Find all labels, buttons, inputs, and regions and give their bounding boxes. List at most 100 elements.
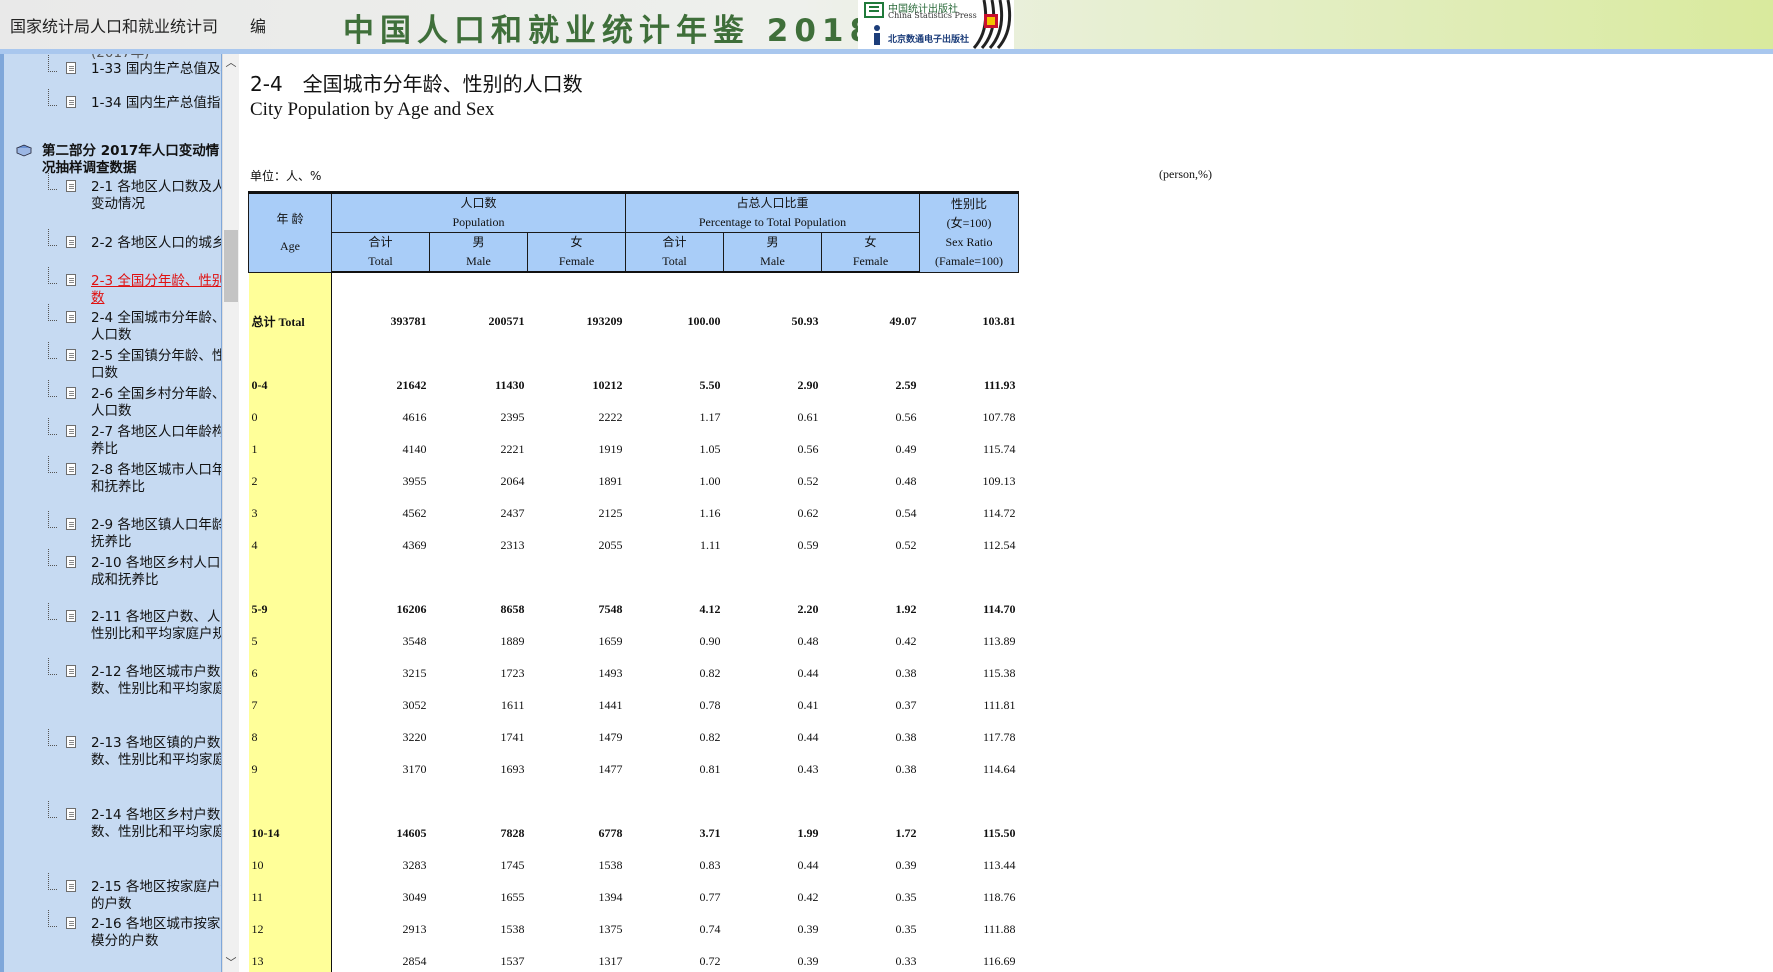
table-title-en: City Population by Age and Sex (250, 99, 495, 120)
header-sex-ratio: 性别比 (女=100) Sex Ratio (Famale=100) (919, 191, 1019, 273)
table-row: 7 3052 1611 1441 0.78 0.41 0.37 111.81 (248, 689, 1019, 721)
value-cell: 1375 (598, 921, 623, 936)
age-cell: 8 (248, 721, 332, 753)
value-cell: 0.52 (797, 473, 819, 488)
header-age-cn: 年 龄 (276, 211, 304, 226)
sidebar-item-label: 2-13 各地区镇的户数、人口数、性别比和平均家庭户规模 (91, 735, 222, 768)
header-sex-ratio-cn: 性别比 (950, 196, 987, 211)
yearbook-title: 中国人口和就业统计年鉴 2018 (343, 13, 878, 49)
value-cell: 3.71 (699, 825, 721, 840)
value-cell: 2.59 (895, 377, 917, 392)
document-icon (66, 880, 76, 892)
tree-connector (48, 910, 57, 927)
value-cell: 16206 (396, 601, 427, 616)
header-en: Male (466, 254, 491, 268)
age-cell: 2 (248, 465, 332, 497)
value-cell: 0.38 (895, 761, 917, 776)
toc-sidebar: (2017年) 1-33 国内生产总值及构成 1-34 国内生产总值指数 第二部… (0, 54, 222, 972)
stripes-logo-icon (972, 0, 1012, 49)
sidebar-scrollbar[interactable]: ︿ ﹀ (222, 54, 239, 972)
value-cell: 2125 (598, 505, 623, 520)
value-cell: 1493 (598, 665, 623, 680)
age-cell: 7 (248, 689, 332, 721)
value-cell: 10212 (592, 377, 623, 392)
value-cell: 1537 (500, 953, 525, 968)
tree-connector (48, 801, 57, 818)
value-cell: 7548 (598, 601, 623, 616)
header-cn: 合计 (368, 235, 393, 249)
value-cell: 14605 (396, 825, 427, 840)
header-sex-ratio-cn2: (女=100) (946, 215, 992, 230)
value-cell: 0.37 (895, 697, 917, 712)
document-icon (66, 463, 76, 475)
value-cell: 114.72 (982, 505, 1016, 520)
value-cell: 6778 (598, 825, 623, 840)
header-percentage: 占总人口比重 Percentage to Total Population (625, 191, 920, 233)
value-cell: 118.76 (982, 889, 1016, 904)
value-cell: 0.43 (797, 761, 819, 776)
value-cell: 0.48 (895, 473, 917, 488)
table-spacer-row (248, 337, 1019, 369)
value-cell: 117.78 (982, 729, 1016, 744)
table-row: 10 3283 1745 1538 0.83 0.44 0.39 113.44 (248, 849, 1019, 881)
scroll-down-button[interactable]: ﹀ (223, 954, 239, 972)
value-cell: 109.13 (982, 473, 1016, 488)
tree-connector (48, 342, 57, 359)
table-row: 11 3049 1655 1394 0.77 0.42 0.35 118.76 (248, 881, 1019, 913)
org-name: 国家统计局人口和就业统计司 (10, 17, 219, 36)
sidebar-item-label: 2-5 全国镇分年龄、性别的人口数 (91, 348, 221, 381)
sidebar-item-label: 1-33 国内生产总值及构成 (91, 61, 221, 77)
unit-label-en: (person,%) (1159, 167, 1212, 181)
header-sex-ratio-en: Sex Ratio (945, 234, 993, 249)
value-cell: 2055 (598, 537, 623, 552)
value-cell: 1441 (598, 697, 623, 712)
value-cell: 0.56 (895, 409, 917, 424)
value-cell: 1.17 (699, 409, 721, 424)
sidebar-item-label: 2-2 各地区人口的城乡构成 (91, 235, 221, 251)
scroll-up-button[interactable]: ︿ (223, 54, 239, 72)
value-cell: 107.78 (982, 409, 1016, 424)
document-icon (66, 180, 76, 192)
unit-label-cn: 单位：人、% (250, 169, 322, 183)
age-cell: 11 (248, 881, 332, 913)
tree-connector (48, 304, 57, 321)
value-cell: 3170 (402, 761, 427, 776)
value-cell: 0.48 (797, 633, 819, 648)
sidebar-item-label: 2-12 各地区城市户数、人口数、性别比和平均家庭户规模 (91, 664, 222, 697)
scroll-thumb[interactable] (224, 230, 238, 302)
value-cell: 5.50 (699, 377, 721, 392)
publisher-logo: 中国统计出版社 China Statistics Press 北京数通电子出版社 (858, 0, 1014, 49)
header-percentage-cn: 占总人口比重 (736, 196, 809, 210)
header-cn: 女 (864, 235, 877, 249)
tree-connector (48, 267, 57, 284)
age-cell: 0-4 (248, 369, 332, 401)
value-cell: 1538 (500, 921, 525, 936)
sidebar-item-label: 2-3 全国分年龄、性别的人口数 (91, 273, 221, 306)
value-cell: 103.81 (982, 313, 1016, 328)
header-cn: 男 (472, 235, 485, 249)
value-cell: 115.38 (982, 665, 1016, 680)
age-cell: 4 (248, 529, 332, 561)
header-age: 年 龄 Age (248, 191, 332, 273)
value-cell: 4140 (402, 441, 427, 456)
value-cell: 0.62 (797, 505, 819, 520)
table-spacer-row (248, 561, 1019, 593)
info-icon (874, 25, 880, 45)
document-icon (66, 349, 76, 361)
age-cell: 9 (248, 753, 332, 785)
header-cn: 女 (570, 235, 583, 249)
header-population-cn: 人口数 (460, 196, 497, 210)
header-pop-male: 男 Male (429, 232, 528, 273)
value-cell: 0.35 (895, 921, 917, 936)
value-cell: 0.54 (895, 505, 917, 520)
value-cell: 115.74 (982, 441, 1016, 456)
value-cell: 0.56 (797, 441, 819, 456)
value-cell: 0.39 (797, 953, 819, 968)
value-cell: 49.07 (889, 313, 917, 328)
value-cell: 0.74 (699, 921, 721, 936)
population-table: 年 龄 Age 人口数 Population 占总人口比重 Percentage… (248, 191, 1019, 972)
value-cell: 115.50 (983, 825, 1016, 840)
spacer-cell (248, 272, 332, 305)
header-age-en: Age (280, 238, 300, 253)
value-cell: 1723 (500, 665, 525, 680)
